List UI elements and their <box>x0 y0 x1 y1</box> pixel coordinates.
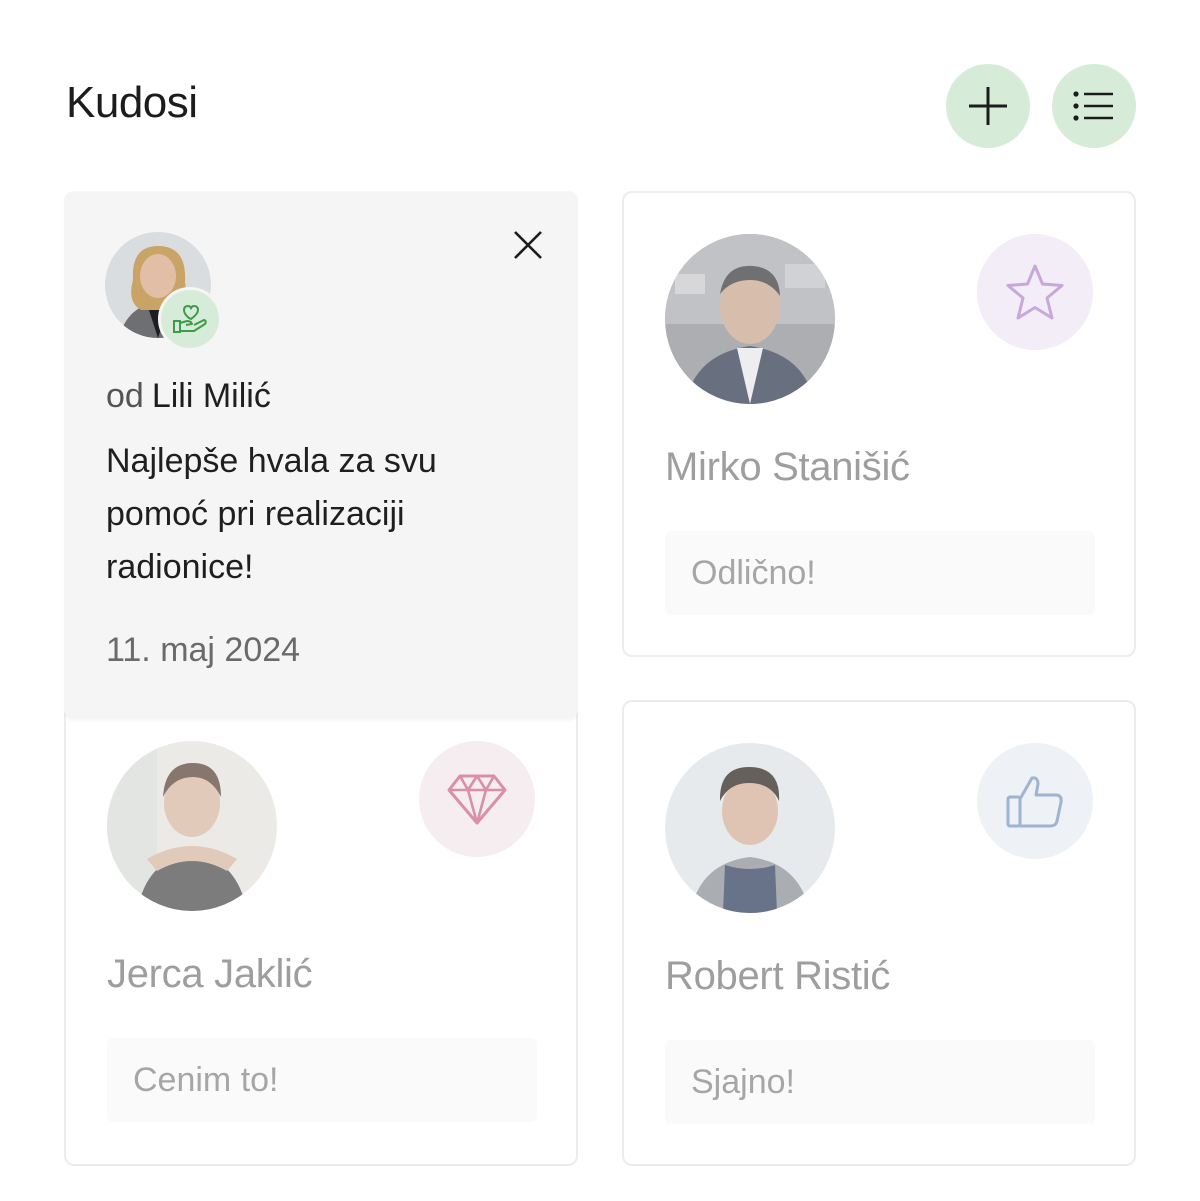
close-button[interactable] <box>508 225 548 265</box>
kudo-type-badge <box>419 741 535 857</box>
list-icon <box>1073 91 1113 121</box>
kudo-note: Odlično! <box>665 531 1095 615</box>
avatar <box>665 234 835 404</box>
kudo-note: Cenim to! <box>107 1038 537 1122</box>
kudo-date: 11. maj 2024 <box>106 631 301 669</box>
avatar <box>665 743 835 913</box>
recipient-name: Mirko Stanišić <box>665 445 910 489</box>
kudo-message: Najlepše hvala za svu pomoć pri realizac… <box>106 442 437 586</box>
kudo-card[interactable]: Jerca Jaklić Cenim to! <box>64 700 578 1166</box>
thumbs-up-icon <box>1006 776 1063 828</box>
kudo-type-badge <box>158 287 222 351</box>
kudo-note: Sjajno! <box>665 1040 1095 1124</box>
sender-name: Lili Milić <box>151 377 271 415</box>
add-kudo-button[interactable] <box>946 64 1030 148</box>
close-icon <box>514 231 542 259</box>
star-icon <box>1006 264 1064 320</box>
list-view-button[interactable] <box>1052 64 1136 148</box>
sender-line: od Lili Milić <box>106 377 271 416</box>
helping-hand-heart-icon <box>173 304 207 333</box>
plus-icon <box>969 87 1007 125</box>
kudo-card[interactable]: Mirko Stanišić Odlično! <box>622 191 1136 657</box>
kudo-card[interactable]: Robert Ristić Sjajno! <box>622 700 1136 1166</box>
recipient-name: Jerca Jaklić <box>107 952 313 996</box>
recipient-name: Robert Ristić <box>665 954 891 998</box>
from-prefix: od <box>106 377 144 415</box>
page-title: Kudosi <box>66 78 198 127</box>
kudo-detail-popup: od Lili Milić Najlepše hvala za svu pomoć… <box>64 191 578 719</box>
avatar <box>107 741 277 911</box>
kudo-type-badge <box>977 743 1093 859</box>
kudo-type-badge <box>977 234 1093 350</box>
diamond-icon <box>447 774 507 825</box>
